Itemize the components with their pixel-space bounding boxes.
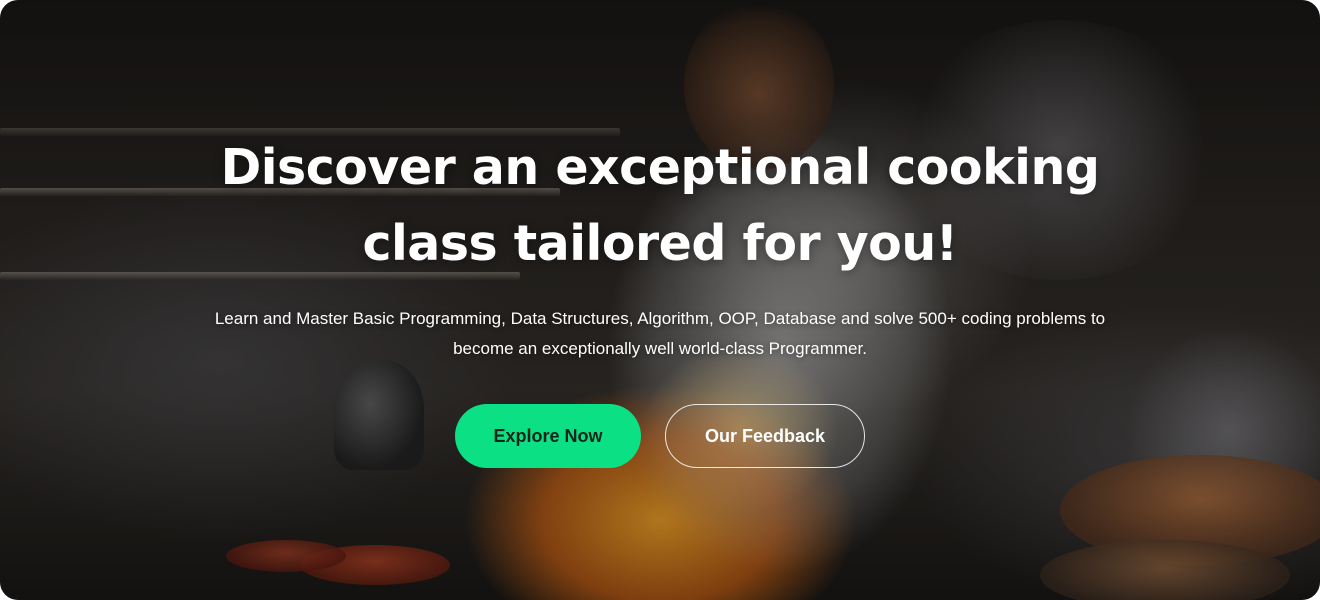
hero-subtitle: Learn and Master Basic Programming, Data… [214, 309, 1106, 358]
explore-now-button[interactable]: Explore Now [455, 404, 641, 468]
hero-buttons: Explore Now Our Feedback [455, 404, 865, 468]
hero-headline: Discover an exceptional cooking class ta… [220, 139, 1100, 272]
our-feedback-button[interactable]: Our Feedback [665, 404, 865, 468]
hero-banner: Discover an exceptional cooking class ta… [0, 0, 1320, 600]
hero-content: Discover an exceptional cooking class ta… [0, 0, 1320, 600]
